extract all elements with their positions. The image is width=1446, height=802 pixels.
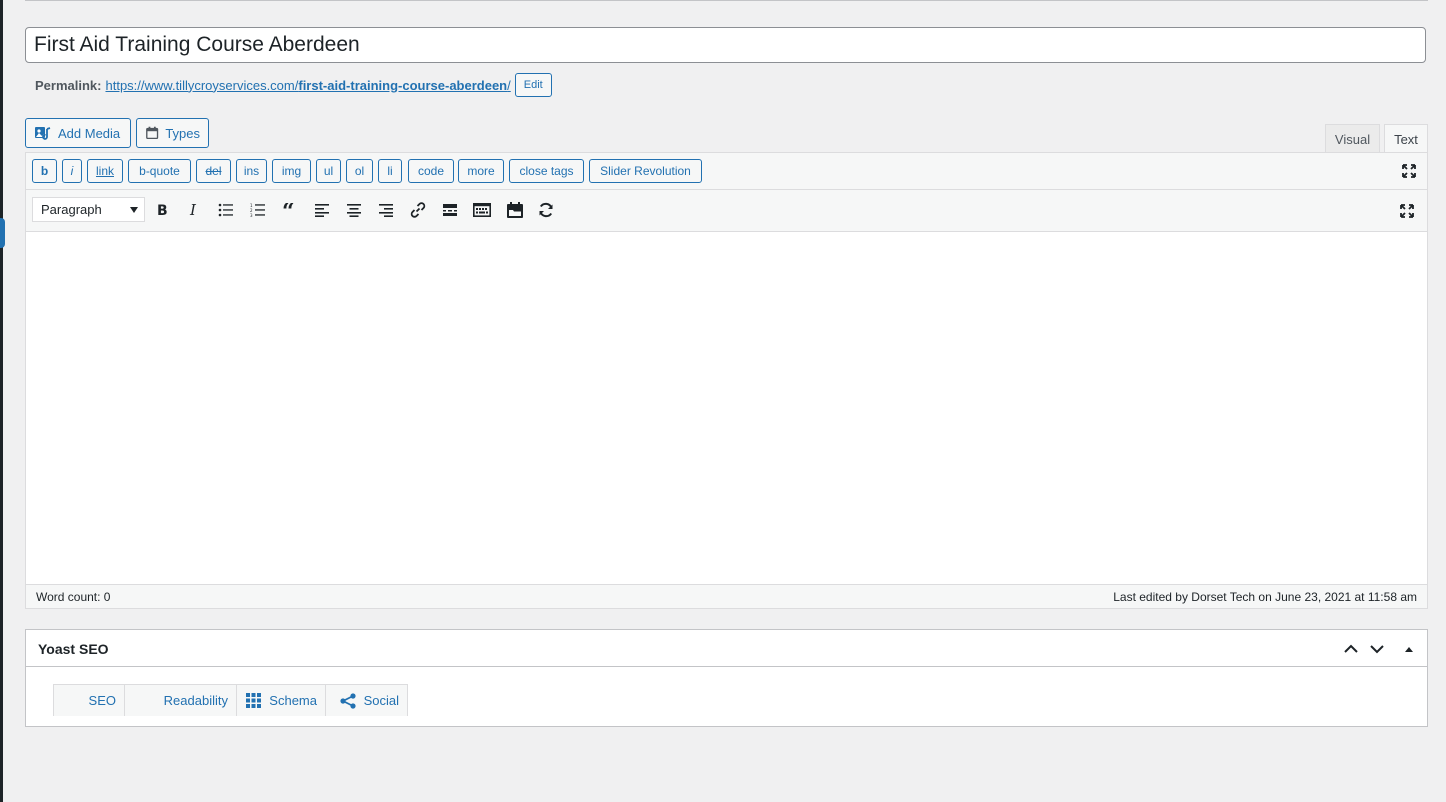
link-icon[interactable] [408, 200, 428, 220]
permalink-trail: / [507, 77, 511, 93]
grid-icon [246, 693, 262, 708]
types-label: Types [165, 125, 200, 141]
qt-ins-button[interactable]: ins [236, 159, 267, 183]
permalink-slug: first-aid-training-course-aberdeen [298, 77, 508, 93]
qt-del-button[interactable]: del [196, 159, 231, 183]
qt-img-button[interactable]: img [272, 159, 311, 183]
word-count: Word count: 0 [36, 590, 111, 604]
editor-content-area[interactable] [26, 232, 1427, 565]
distraction-free-icon[interactable] [1399, 203, 1415, 219]
tab-readability[interactable]: Readability [124, 684, 237, 716]
tab-social-label: Social [363, 693, 399, 708]
format-select[interactable]: Paragraph [32, 197, 145, 222]
collapse-toggle-icon[interactable] [1399, 639, 1419, 659]
yoast-tabs: SEO Readability Schema Social [53, 684, 408, 716]
qt-italic-button[interactable]: i [62, 159, 82, 183]
chevron-down-icon [130, 207, 138, 213]
permalink-link[interactable]: https://www.tillycroyservices.com/first-… [105, 78, 510, 93]
toolbar-toggle-icon[interactable] [472, 200, 492, 220]
slider-revolution-icon[interactable] [536, 200, 556, 220]
numbered-list-icon[interactable]: 123 [248, 200, 268, 220]
tab-social[interactable]: Social [325, 684, 408, 716]
editor-container: b i link b-quote del ins img ul ol li co… [25, 152, 1428, 609]
bullet-list-icon[interactable] [216, 200, 236, 220]
admin-sidebar-edge [0, 0, 3, 802]
add-media-label: Add Media [58, 125, 121, 141]
last-edited: Last edited by Dorset Tech on June 23, 2… [1113, 590, 1417, 604]
quicktags-toolbar: b i link b-quote del ins img ul ol li co… [26, 153, 1427, 190]
blockquote-icon[interactable]: “ [280, 200, 300, 220]
qt-slider-revolution-button[interactable]: Slider Revolution [589, 159, 702, 183]
move-down-icon[interactable] [1367, 639, 1387, 659]
qt-bquote-button[interactable]: b-quote [128, 159, 191, 183]
add-media-button[interactable]: Add Media [25, 118, 131, 148]
svg-text:3: 3 [250, 213, 253, 217]
qt-ul-button[interactable]: ul [316, 159, 341, 183]
qt-close-tags-button[interactable]: close tags [509, 159, 584, 183]
qt-li-button[interactable]: li [378, 159, 402, 183]
tab-text[interactable]: Text [1384, 124, 1428, 153]
qt-bold-button[interactable]: b [32, 159, 57, 183]
tab-visual[interactable]: Visual [1325, 124, 1380, 153]
move-up-icon[interactable] [1341, 639, 1361, 659]
yoast-title: Yoast SEO [38, 641, 109, 657]
permalink-edit-button[interactable]: Edit [514, 73, 552, 97]
types-calendar-icon [146, 126, 159, 140]
bold-icon[interactable]: B [152, 200, 172, 220]
align-left-icon[interactable] [312, 200, 332, 220]
yoast-seo-metabox: Yoast SEO SEO Readability Schema Social [25, 629, 1428, 727]
share-icon [339, 692, 356, 709]
qt-link-button[interactable]: link [87, 159, 123, 183]
add-media-icon [35, 127, 51, 140]
post-title-input[interactable]: First Aid Training Course Aberdeen [25, 27, 1426, 63]
permalink-row: Permalink: https://www.tillycroyservices… [35, 73, 552, 97]
format-select-value: Paragraph [41, 202, 102, 217]
sidebar-collapse-indicator[interactable] [0, 218, 5, 248]
editor-status-bar: Word count: 0 Last edited by Dorset Tech… [26, 584, 1427, 608]
qt-more-button[interactable]: more [458, 159, 504, 183]
qt-ol-button[interactable]: ol [346, 159, 373, 183]
read-more-icon[interactable] [440, 200, 460, 220]
svg-text:B: B [157, 203, 168, 217]
tab-schema[interactable]: Schema [236, 684, 326, 716]
qt-code-button[interactable]: code [408, 159, 454, 183]
visual-toolbar: Paragraph B I 123 “ [26, 190, 1427, 232]
permalink-base: https://www.tillycroyservices.com/ [105, 77, 299, 93]
svg-text:I: I [189, 203, 197, 217]
tab-readability-label: Readability [163, 693, 228, 708]
tab-schema-label: Schema [269, 693, 317, 708]
top-divider [25, 0, 1428, 1]
permalink-label: Permalink: [35, 77, 102, 93]
types-field-icon[interactable] [505, 200, 525, 220]
tab-seo[interactable]: SEO [53, 684, 125, 716]
align-right-icon[interactable] [376, 200, 396, 220]
tab-seo-label: SEO [88, 693, 116, 708]
fullscreen-icon[interactable] [1401, 163, 1417, 179]
yoast-header: Yoast SEO [26, 630, 1427, 667]
svg-text:“: “ [282, 203, 295, 217]
types-button[interactable]: Types [136, 118, 209, 148]
align-center-icon[interactable] [344, 200, 364, 220]
italic-icon[interactable]: I [184, 200, 204, 220]
